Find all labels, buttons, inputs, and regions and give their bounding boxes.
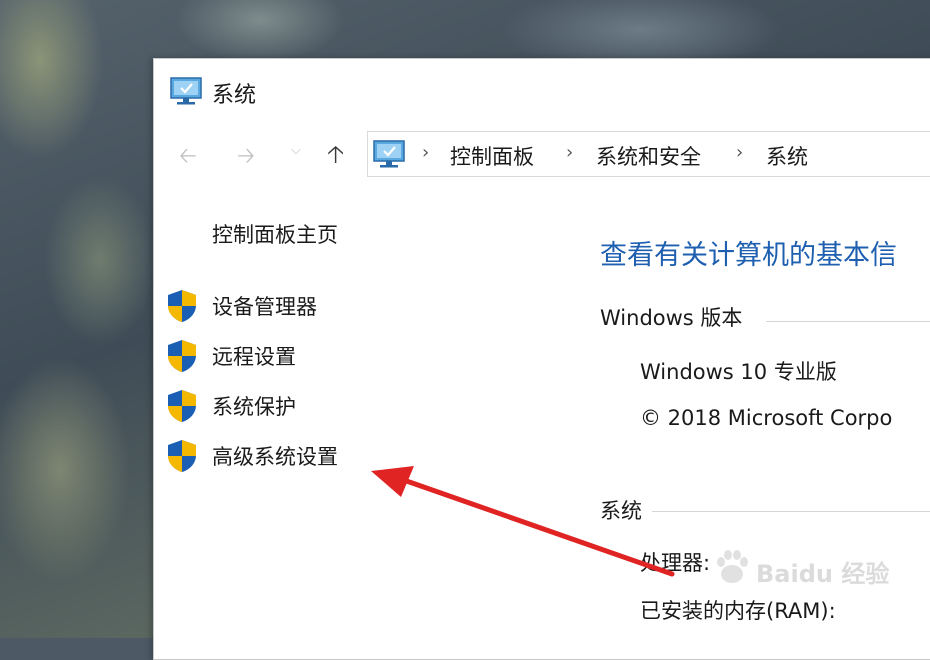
computer-monitor-icon — [373, 140, 405, 168]
shield-icon — [168, 440, 196, 472]
processor-label: 处理器: — [640, 551, 711, 575]
breadcrumb-separator[interactable]: › — [422, 142, 429, 163]
sidebar-link-label: 系统保护 — [212, 395, 296, 419]
section-divider — [652, 511, 930, 512]
forward-arrow-icon[interactable]: 🡢 — [237, 139, 255, 177]
windows-edition-section-title: Windows 版本 — [600, 306, 743, 330]
back-arrow-icon[interactable]: 🡠 — [179, 139, 197, 177]
section-divider — [766, 321, 930, 322]
system-section-title: 系统 — [600, 499, 642, 523]
shield-icon — [168, 390, 196, 422]
breadcrumb-separator[interactable]: › — [736, 142, 743, 163]
address-bar[interactable]: › 控制面板 › 系统和安全 › 系统 — [367, 131, 930, 177]
breadcrumb-item-system-security[interactable]: 系统和安全 — [596, 141, 701, 171]
up-arrow-icon[interactable]: 🡡 — [327, 137, 344, 178]
title-bar[interactable]: 系统 — [154, 59, 930, 119]
baidu-watermark: Baidu 经验 — [712, 548, 889, 592]
window-title: 系统 — [212, 83, 257, 108]
shield-icon — [168, 290, 196, 322]
sidebar-link-label: 远程设置 — [212, 345, 296, 369]
chevron-down-icon[interactable]: ⌵ — [291, 143, 301, 158]
page-heading: 查看有关计算机的基本信 — [600, 240, 897, 271]
sidebar-link-label: 高级系统设置 — [212, 445, 338, 469]
ram-label: 已安装的内存(RAM): — [640, 599, 836, 623]
control-panel-home-link[interactable]: 控制面板主页 — [212, 219, 338, 249]
navigation-bar: 🡠 🡢 ⌵ 🡡 › 控制面板 › 系统和安全 › 系统 — [154, 125, 930, 181]
watermark-text: Baidu 经验 — [756, 560, 890, 588]
breadcrumb-separator[interactable]: › — [566, 142, 573, 163]
breadcrumb-item-control-panel[interactable]: 控制面板 — [450, 141, 534, 171]
baidu-paw-logo — [717, 550, 748, 583]
shield-icon — [168, 340, 196, 372]
breadcrumb-item-system[interactable]: 系统 — [766, 141, 808, 171]
windows-edition-value: Windows 10 专业版 — [640, 360, 837, 384]
computer-monitor-icon — [170, 77, 202, 105]
sidebar-link-label: 设备管理器 — [212, 295, 317, 319]
copyright-text: © 2018 Microsoft Corpo — [640, 406, 893, 430]
